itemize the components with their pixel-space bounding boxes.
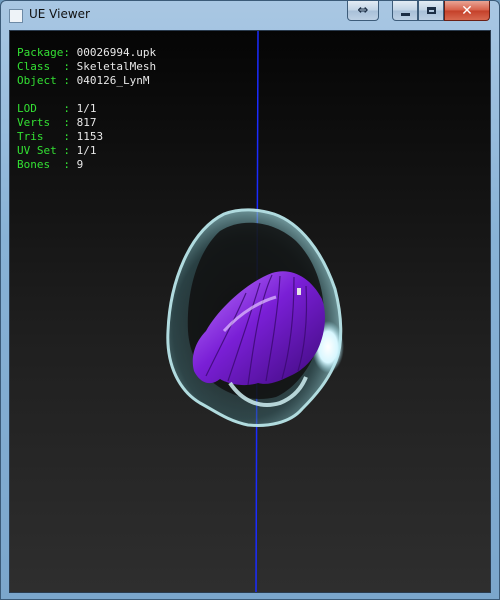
info-lod: LOD : 1/1 (17, 102, 97, 115)
minimize-icon (400, 12, 410, 16)
info-package: Package: 00026994.upk (17, 46, 157, 59)
double-arrow-icon: ⇔ (357, 3, 369, 18)
mesh-info-overlay: Package: 00026994.upk Class : SkeletalMe… (17, 46, 156, 172)
app-icon (9, 9, 23, 23)
3d-viewport[interactable]: Package: 00026994.upk Class : SkeletalMe… (9, 30, 491, 593)
maximize-icon (426, 7, 436, 14)
info-tris: Tris : 1153 (17, 130, 104, 143)
info-verts: Verts : 817 (17, 116, 97, 129)
swap-button[interactable]: ⇔ (347, 1, 379, 21)
ue-viewer-window: UE Viewer ⇔ ✕ Package: 00026994.upk Clas… (0, 0, 500, 600)
hair-clip (297, 288, 301, 295)
info-bones: Bones : 9 (17, 158, 84, 171)
minimize-button[interactable] (392, 1, 418, 21)
close-icon: ✕ (461, 2, 473, 19)
info-class: Class : SkeletalMesh (17, 60, 157, 73)
info-object: Object : 040126_LynM (17, 74, 150, 87)
title-bar[interactable]: UE Viewer ⇔ ✕ (1, 1, 499, 31)
info-uvset: UV Set : 1/1 (17, 144, 97, 157)
close-button[interactable]: ✕ (444, 1, 490, 21)
window-title: UE Viewer (29, 7, 90, 21)
maximize-button[interactable] (418, 1, 444, 21)
